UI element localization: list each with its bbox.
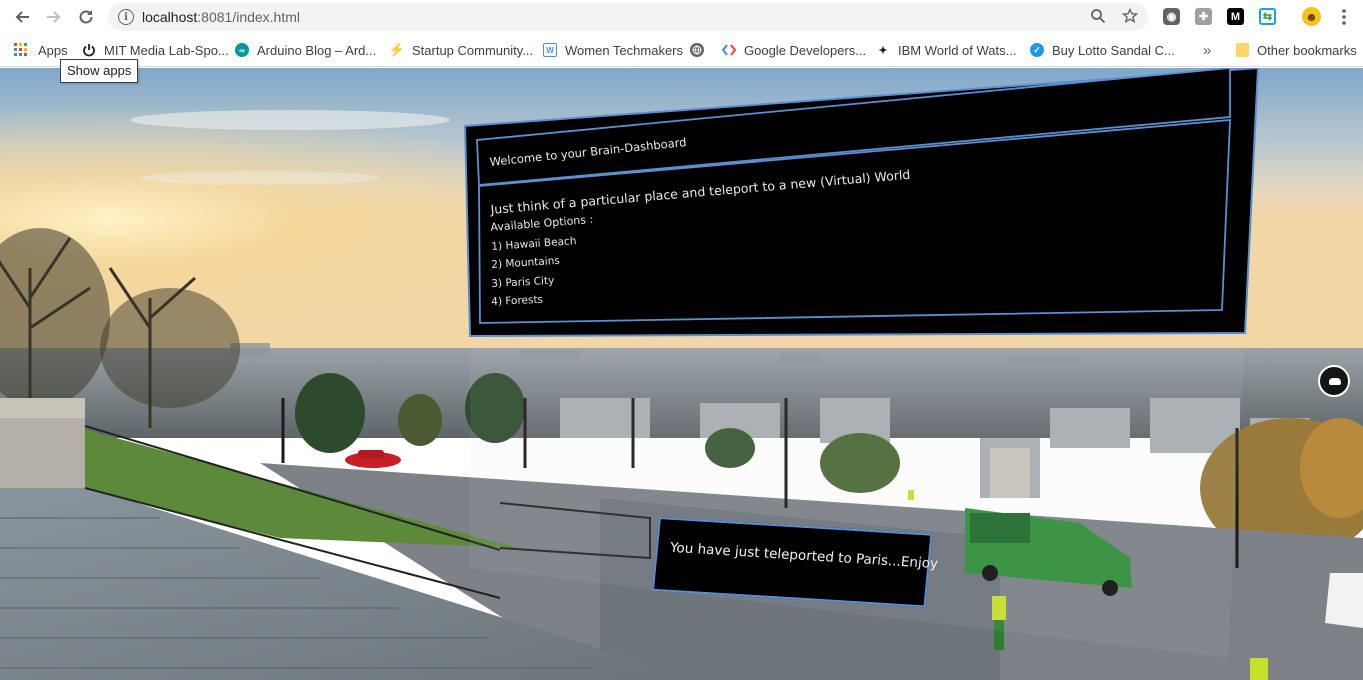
profile-avatar-icon[interactable]: ☻ xyxy=(1302,7,1321,26)
arrow-right-icon xyxy=(47,11,61,23)
info-icon[interactable]: i xyxy=(118,9,134,25)
bookmark-ibm-watson[interactable]: ✦ IBM World of Wats... xyxy=(876,41,1016,59)
ibm-watson-icon: ✦ xyxy=(878,44,888,57)
globe-icon xyxy=(690,43,704,57)
bookmark-globe[interactable] xyxy=(690,41,712,59)
extension-puzzle-icon[interactable]: ✚ xyxy=(1195,8,1212,25)
apps-grid-icon xyxy=(14,43,27,56)
women-techmakers-icon: W xyxy=(543,43,557,57)
bookmark-google-developers[interactable]: Google Developers... xyxy=(722,41,866,59)
vr-scene[interactable]: Welcome to your Brain-Dashboard Just thi… xyxy=(0,68,1363,680)
bookmark-arduino-blog[interactable]: ∞ Arduino Blog – Ard... xyxy=(235,41,376,59)
kebab-menu-icon[interactable] xyxy=(1332,5,1356,29)
power-icon xyxy=(82,43,96,57)
bookmark-apps[interactable]: Apps xyxy=(14,41,68,59)
bookmarks-bar: Apps MIT Media Lab-Spo... ∞ Arduino Blog… xyxy=(0,34,1363,67)
address-bar[interactable]: i localhost:8081/index.html xyxy=(108,3,1148,31)
chevron-double-right-icon: » xyxy=(1203,41,1212,59)
reload-icon xyxy=(79,10,93,24)
back-button[interactable] xyxy=(10,5,34,29)
extension-translate-icon[interactable]: ⇆ xyxy=(1259,8,1276,25)
bookmark-other-bookmarks[interactable]: Other bookmarks xyxy=(1236,41,1357,59)
google-developers-icon xyxy=(722,43,736,57)
arduino-icon: ∞ xyxy=(235,43,249,57)
vr-mode-button[interactable] xyxy=(1318,365,1350,397)
folder-icon xyxy=(1236,43,1249,57)
browser-toolbar: i localhost:8081/index.html ◉ ✚ M ⇆ ☻ xyxy=(0,0,1363,34)
extension-lightbulb-icon[interactable]: ◉ xyxy=(1163,8,1180,25)
bookmark-lotto-sandal[interactable]: ✓ Buy Lotto Sandal C... xyxy=(1030,41,1175,59)
magnifier-icon[interactable] xyxy=(1089,8,1107,26)
url-text[interactable]: localhost:8081/index.html xyxy=(142,9,300,25)
show-apps-tooltip: Show apps xyxy=(60,59,139,83)
bookmark-women-techmakers[interactable]: W Women Techmakers xyxy=(543,41,683,59)
arrow-left-icon xyxy=(15,11,29,23)
teleport-message: You have just teleported to Paris...Enjo… xyxy=(669,539,939,573)
star-icon[interactable] xyxy=(1121,7,1139,26)
bookmark-startup-community[interactable]: ⚡ Startup Community... xyxy=(388,41,533,59)
forward-button[interactable] xyxy=(42,5,66,29)
option-forests: 4) Forests xyxy=(491,293,544,308)
bookmarks-overflow-button[interactable]: » xyxy=(1203,41,1211,59)
extension-medium-icon[interactable]: M xyxy=(1227,8,1244,25)
check-circle-icon: ✓ xyxy=(1030,43,1044,57)
startup-icon: ⚡ xyxy=(388,42,406,57)
bookmark-mit-media-lab[interactable]: MIT Media Lab-Spo... xyxy=(82,41,229,59)
reload-button[interactable] xyxy=(74,5,98,29)
apps-label: Apps xyxy=(38,42,68,58)
